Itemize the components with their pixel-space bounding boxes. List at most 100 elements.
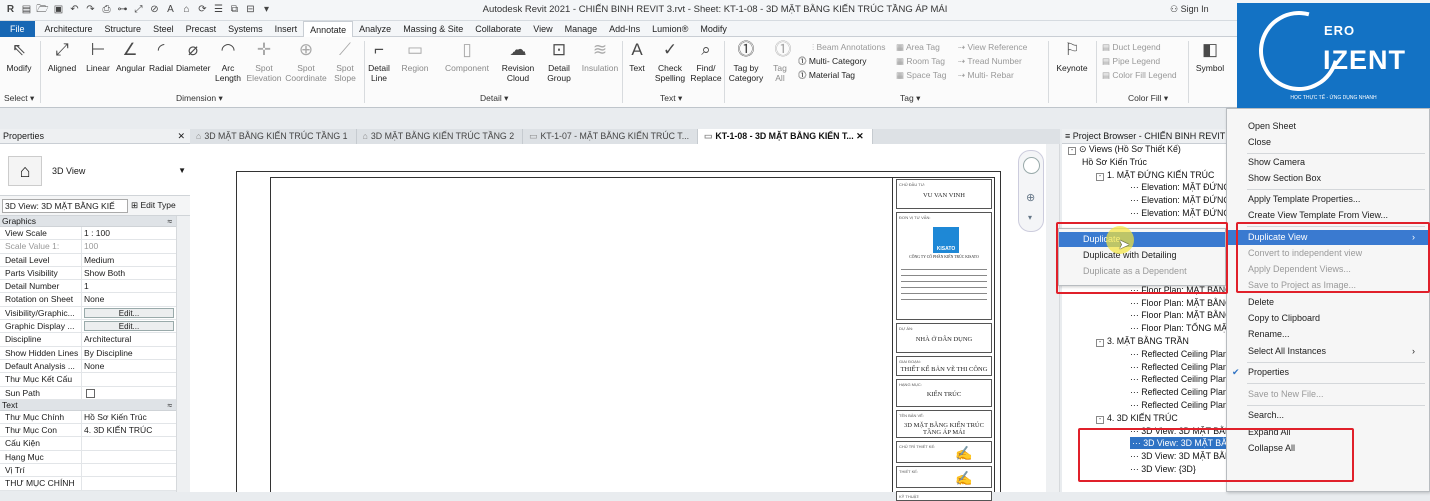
insulation-button[interactable]: ≋ Insulation [578, 39, 622, 73]
property-row[interactable]: Rotation on Sheet None [0, 293, 176, 307]
tree-node[interactable]: ··· Elevation: MẶT ĐỨNG KI [1130, 181, 1241, 193]
expand-collapse-icon[interactable]: - [1068, 147, 1076, 155]
tree-node[interactable]: ··· Reflected Ceiling Plan: T [1130, 373, 1238, 385]
tree-node[interactable]: ··· Floor Plan: TỔNG MẶT B [1130, 322, 1241, 334]
beam-annotations-button[interactable]: ⫶ Beam Annotations [812, 40, 886, 54]
multi-category-tag-button[interactable]: ⓵ Multi- Category [798, 54, 867, 68]
edit-button[interactable]: Edit... [84, 307, 174, 319]
property-row[interactable]: Detail Number 1 [0, 280, 176, 294]
project-browser-scrollbar[interactable] [1046, 144, 1060, 492]
chevron-down-icon[interactable]: ▼ [178, 166, 186, 175]
properties-scrollbar[interactable] [176, 216, 190, 492]
tree-node[interactable]: ··· Reflected Ceiling Plan: T [1130, 348, 1238, 360]
tree-node[interactable]: Hồ Sơ Kiến Trúc [1082, 156, 1147, 168]
space-tag-button[interactable]: ▦ Space Tag [896, 68, 946, 82]
panel-tag[interactable]: Tag ▾ [900, 93, 920, 104]
menu-item-create-view-template-from-view-[interactable]: Create View Template From View... [1227, 208, 1429, 223]
property-value[interactable]: 4. 3D KIẾN TRÚC [82, 424, 176, 436]
expand-collapse-icon[interactable]: - [1096, 415, 1104, 424]
property-value[interactable]: Medium [82, 254, 176, 266]
collapse-icon[interactable]: ≈ [167, 216, 172, 227]
detail-line-button[interactable]: ⌐ Detail Line [366, 39, 392, 83]
panel-text[interactable]: Text ▾ [660, 93, 682, 104]
menu-tab-add-ins[interactable]: Add-Ins [603, 21, 646, 37]
view-tab-2[interactable]: ⌂ 3D MẶT BẰNG KIẾN TRÚC TẦNG 2 [357, 129, 524, 144]
tree-node[interactable]: ··· Elevation: MẶT ĐỨNG KI [1130, 207, 1241, 219]
menu-tab-insert[interactable]: Insert [269, 21, 304, 37]
property-row[interactable]: View Scale 1 : 100 [0, 227, 176, 241]
property-value[interactable] [82, 373, 176, 385]
spot-coord-button[interactable]: ⊕ Spot Coordinate [284, 39, 328, 83]
close-icon[interactable]: ✕ [177, 129, 185, 144]
panel-select[interactable]: Select ▾ [4, 93, 34, 104]
menu-item-show-camera[interactable]: Show Camera [1227, 155, 1429, 170]
menu-tab-lumion-[interactable]: Lumion® [646, 21, 694, 37]
tree-node[interactable]: -3. MẶT BẰNG TRẦN [1096, 335, 1189, 347]
panel-detail[interactable]: Detail ▾ [480, 93, 508, 104]
menu-item-copy-to-clipboard[interactable]: Copy to Clipboard [1227, 311, 1429, 326]
panel-dimension[interactable]: Dimension ▾ [176, 93, 223, 104]
menu-tab-manage[interactable]: Manage [559, 21, 604, 37]
menu-item-select-all-instances[interactable]: Select All Instances › [1227, 344, 1429, 359]
menu-tab-structure[interactable]: Structure [99, 21, 148, 37]
property-section-text[interactable]: Text ≈ [0, 399, 176, 411]
menu-tab-steel[interactable]: Steel [147, 21, 180, 37]
navigation-bar[interactable]: ⊕ ▾ [1018, 150, 1044, 232]
property-value[interactable]: 100 [82, 240, 176, 252]
property-value[interactable] [82, 464, 176, 476]
area-tag-button[interactable]: ▦ Area Tag [896, 40, 940, 54]
component-button[interactable]: ▯ Component [442, 39, 492, 73]
view-reference-button[interactable]: ⇢ View Reference [958, 40, 1027, 54]
property-row[interactable]: Cấu Kiện [0, 437, 176, 451]
tread-number-button[interactable]: ⇢ Tread Number [958, 54, 1022, 68]
multi-rebar-button[interactable]: ⇢ Multi- Rebar [958, 68, 1014, 82]
keynote-button[interactable]: ⚐ Keynote [1054, 39, 1090, 73]
tree-node[interactable]: ··· Reflected Ceiling Plan: T [1130, 386, 1238, 398]
diameter-button[interactable]: ⌀ Diameter [176, 39, 210, 73]
menu-tab-massing-site[interactable]: Massing & Site [397, 21, 469, 37]
property-row[interactable]: Parts Visibility Show Both [0, 266, 176, 281]
expand-collapse-icon[interactable]: - [1096, 339, 1104, 347]
menu-item-close[interactable]: Close [1227, 135, 1429, 150]
find-replace-button[interactable]: ⌕ Find/ Replace [690, 39, 722, 83]
expand-collapse-icon[interactable]: - [1096, 172, 1104, 181]
modify-button[interactable]: ⇖ Modify [4, 39, 34, 73]
tree-node[interactable]: ··· Floor Plan: MẶT BẰNG K [1130, 297, 1240, 309]
property-value[interactable]: None [82, 293, 176, 305]
property-row[interactable]: Scale Value 1: 100 [0, 240, 176, 254]
menu-tab-analyze[interactable]: Analyze [353, 21, 397, 37]
tag-by-category-button[interactable]: ⓵ Tag by Category [728, 39, 764, 83]
property-row[interactable]: Hạng Mục [0, 450, 176, 465]
menu-item-delete[interactable]: Delete [1227, 295, 1429, 310]
property-value[interactable]: None [82, 360, 176, 372]
menu-tab-annotate[interactable]: Annotate [303, 20, 354, 37]
property-row[interactable]: THƯ MỤC CHÍNH [0, 477, 176, 491]
view-tab-4[interactable]: ▭ KT-1-08 - 3D MẶT BẰNG KIẾN T... ✕ [698, 129, 873, 144]
property-row[interactable]: Show Hidden Lines By Discipline [0, 346, 176, 360]
linear-button[interactable]: ⊢ Linear [82, 39, 114, 73]
detail-group-button[interactable]: ⊡ Detail Group [544, 39, 574, 83]
property-row[interactable]: Thư Mục Con 4. 3D KIẾN TRÚC [0, 424, 176, 438]
tree-node[interactable]: -1. MẶT ĐỨNG KIẾN TRÚC [1096, 169, 1214, 181]
property-value[interactable]: Architectural [82, 333, 176, 345]
menu-tab-view[interactable]: View [527, 21, 558, 37]
close-icon[interactable]: ✕ [854, 131, 863, 141]
menu-tab-systems[interactable]: Systems [222, 21, 269, 37]
property-row[interactable]: Graphic Display ... Edit... [0, 320, 176, 334]
property-value[interactable]: By Discipline [82, 347, 176, 359]
property-row[interactable]: Detail Level Medium [0, 253, 176, 267]
region-button[interactable]: ▭ Region [400, 39, 430, 73]
menu-item-show-section-box[interactable]: Show Section Box [1227, 171, 1429, 186]
arc-button[interactable]: ◠ Arc Length [214, 39, 242, 83]
tree-node[interactable]: -4. 3D KIẾN TRÚC [1096, 412, 1178, 424]
sun-path-checkbox[interactable] [86, 388, 95, 398]
property-value[interactable]: 1 : 100 [82, 227, 176, 239]
steering-wheel-icon[interactable] [1023, 157, 1040, 174]
menu-tab-architecture[interactable]: Architecture [39, 21, 99, 37]
symbol-button[interactable]: ◧ Symbol [1194, 39, 1226, 73]
revision-cloud-button[interactable]: ☁ Revision Cloud [500, 39, 536, 83]
check-spelling-button[interactable]: ✓ Check Spelling [654, 39, 686, 83]
menu-item-apply-template-properties-[interactable]: Apply Template Properties... [1227, 192, 1429, 207]
menu-tab-collaborate[interactable]: Collaborate [469, 21, 527, 37]
tree-node[interactable]: ··· Reflected Ceiling Plan: Đ [1130, 399, 1239, 411]
